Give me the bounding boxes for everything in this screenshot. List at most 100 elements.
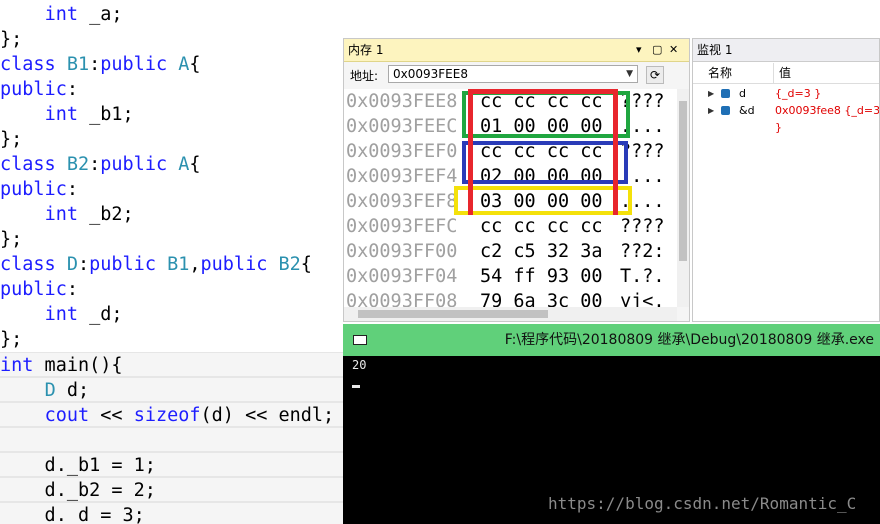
- code-line[interactable]: int _b1;: [0, 102, 343, 127]
- watch-row[interactable]: ▶ &d 0x0093fee8 {_d=3 }: [693, 102, 879, 134]
- code-line[interactable]: int _a;: [0, 2, 343, 27]
- code-token: B1: [167, 254, 190, 275]
- code-line[interactable]: int _b2;: [0, 202, 343, 227]
- watch-col-name[interactable]: 名称: [708, 63, 732, 83]
- memory-row[interactable]: 0x0093FEF8 03 00 00 00....: [344, 189, 677, 214]
- code-line[interactable]: class B2:public A{: [0, 152, 343, 177]
- address-input[interactable]: 0x0093FEE8 ▼: [388, 65, 638, 83]
- memory-row[interactable]: 0x0093FEE8 cc cc cc cc????: [344, 89, 677, 114]
- code-line[interactable]: };: [0, 227, 343, 252]
- memory-window-titlebar[interactable]: 内存 1 ▾ ▢ ✕: [344, 39, 689, 62]
- memory-address: 0x0093FEE8: [346, 91, 458, 112]
- code-token: :: [77, 254, 90, 275]
- code-token: public: [100, 54, 168, 75]
- memory-chars: ??2:: [620, 241, 665, 262]
- code-line[interactable]: d._b2 = 2;: [0, 477, 343, 502]
- scroll-thumb[interactable]: [679, 101, 687, 261]
- memory-bytes: 01 00 00 00: [480, 116, 603, 137]
- console-output: 20: [352, 358, 367, 372]
- code-line[interactable]: };: [0, 327, 343, 352]
- maximize-icon[interactable]: ▢: [652, 39, 662, 61]
- code-token: class: [0, 254, 56, 275]
- watch-row[interactable]: ▶ d {_d=3 }: [693, 85, 879, 102]
- memory-row[interactable]: 0x0093FF00 c2 c5 32 3a ??2:: [344, 239, 677, 264]
- dropdown-arrow-icon[interactable]: ▾: [636, 39, 642, 61]
- horizontal-scrollbar[interactable]: [344, 307, 677, 321]
- code-token: public: [0, 279, 67, 300]
- code-line[interactable]: class B1:public A{: [0, 52, 343, 77]
- code-token: B2: [66, 154, 90, 175]
- code-line[interactable]: int main(){: [0, 352, 343, 377]
- code-token: B1: [66, 54, 90, 75]
- watch-window[interactable]: 监视 1 名称 值 ▶ d {_d=3 } ▶ &d 0x0093fee8 {_…: [692, 38, 880, 322]
- memory-row[interactable]: 0x0093FEFC cc cc cc cc????: [344, 214, 677, 239]
- variable-icon: [721, 106, 730, 115]
- vertical-scrollbar[interactable]: [677, 89, 689, 307]
- code-token: };: [0, 129, 23, 150]
- watch-window-titlebar[interactable]: 监视 1: [693, 39, 879, 62]
- code-line[interactable]: d._b1 = 1;: [0, 452, 343, 477]
- memory-address: 0x0093FEF4: [346, 166, 458, 187]
- expand-triangle-icon[interactable]: ▶: [708, 102, 714, 119]
- code-line[interactable]: int _d;: [0, 302, 343, 327]
- close-icon[interactable]: ✕: [669, 39, 678, 61]
- code-line[interactable]: d._d = 3;: [0, 502, 343, 524]
- watch-row-name: &d: [739, 104, 755, 117]
- watermark: https://blog.csdn.net/Romantic_C: [548, 494, 857, 513]
- memory-address: 0x0093FF00: [346, 241, 458, 262]
- code-token: <<: [89, 405, 134, 426]
- variable-icon: [721, 89, 730, 98]
- code-token: class: [0, 54, 56, 75]
- memory-row[interactable]: 0x0093FEEC 01 00 00 00....: [344, 114, 677, 139]
- code-token: {: [189, 154, 201, 175]
- code-token: _b2;: [77, 204, 134, 225]
- code-line[interactable]: };: [0, 127, 343, 152]
- code-line[interactable]: public:: [0, 277, 343, 302]
- code-line[interactable]: D d;: [0, 377, 343, 402]
- console-app-icon: [353, 335, 367, 345]
- console-titlebar[interactable]: F:\程序代码\20180809 继承\Debug\20180809 继承.ex…: [343, 324, 880, 356]
- code-token: d;: [55, 380, 90, 401]
- memory-bytes: c2 c5 32 3a: [480, 241, 603, 262]
- code-token: _b1;: [77, 104, 134, 125]
- code-token: int: [44, 4, 78, 25]
- code-line[interactable]: };: [0, 27, 343, 52]
- scroll-thumb[interactable]: [358, 310, 548, 318]
- memory-bytes: cc cc cc cc: [480, 91, 603, 112]
- code-line[interactable]: public:: [0, 77, 343, 102]
- memory-bytes: cc cc cc cc: [480, 216, 603, 237]
- code-line[interactable]: public:: [0, 177, 343, 202]
- memory-window[interactable]: 内存 1 ▾ ▢ ✕ 地址: 0x0093FEE8 ▼ ⟳ 0x0093FEE8…: [343, 38, 690, 322]
- code-line[interactable]: cout << sizeof(d) << endl;: [0, 402, 343, 427]
- code-token: public: [100, 154, 168, 175]
- code-token: d._b1 = 1;: [0, 455, 156, 476]
- memory-row[interactable]: 0x0093FF04 54 ff 93 00 T.?.: [344, 264, 677, 289]
- code-line[interactable]: class D:public B1,public B2{: [0, 252, 343, 277]
- code-editor[interactable]: int _a;}; class B1:public A{public: int _…: [0, 0, 343, 524]
- code-line[interactable]: [0, 427, 343, 452]
- code-token: A: [178, 154, 190, 175]
- memory-chars: ....: [620, 191, 665, 212]
- watch-col-value[interactable]: 值: [779, 63, 791, 83]
- code-token: d._d = 3;: [0, 505, 145, 524]
- expand-triangle-icon[interactable]: ▶: [708, 85, 714, 102]
- watch-row-value: 0x0093fee8 {_d=3 }: [775, 104, 880, 134]
- code-token: D: [44, 380, 56, 401]
- memory-row[interactable]: 0x0093FEF4 02 00 00 00....: [344, 164, 677, 189]
- column-divider[interactable]: [773, 63, 774, 83]
- refresh-button[interactable]: ⟳: [646, 66, 664, 84]
- memory-rows: 0x0093FEE8 cc cc cc cc???? 0x0093FEEC 01 00…: [344, 89, 677, 312]
- memory-chars: ....: [620, 166, 665, 187]
- code-token: public: [89, 254, 156, 275]
- chevron-down-icon[interactable]: ▼: [626, 66, 633, 82]
- code-token: {: [300, 254, 312, 275]
- memory-row[interactable]: 0x0093FEF0 cc cc cc cc????: [344, 139, 677, 164]
